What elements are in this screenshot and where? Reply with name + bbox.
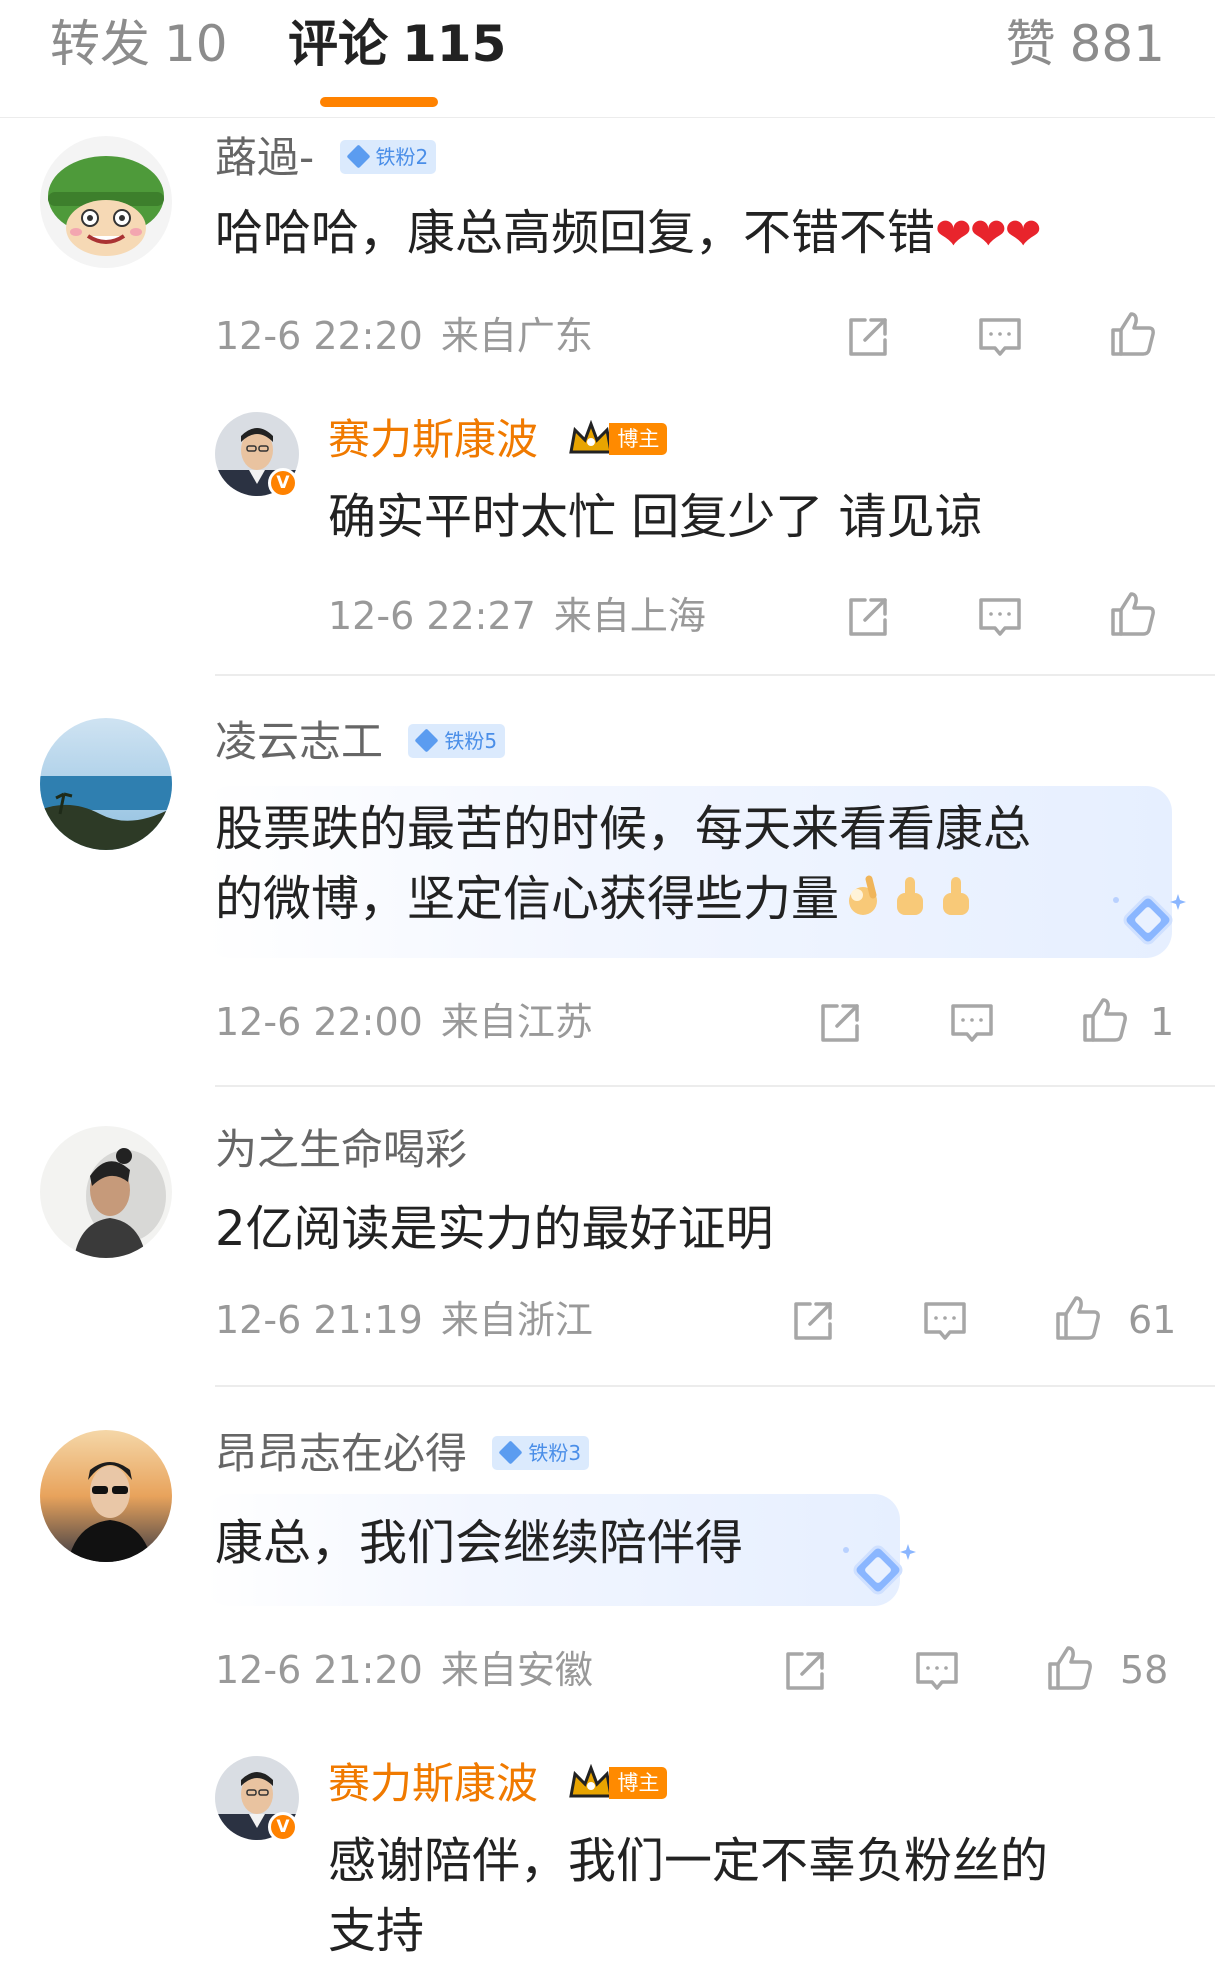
username-text: 昂昂志在必得 (215, 1429, 468, 1478)
thumbs-up-emoji-icon (897, 877, 924, 915)
username-text: 为之生命喝彩 (215, 1125, 468, 1174)
owner-badge-label: 博主 (609, 422, 668, 455)
like-count: 61 (1128, 1298, 1177, 1342)
thumbs-up-emoji-icon (943, 877, 970, 915)
tab-repost-label: 转发 (50, 15, 150, 73)
comment-meta: 12-6 21:19 来自浙江 (215, 1296, 593, 1344)
comment-username[interactable]: 蕗過- 铁粉2 (215, 132, 437, 184)
comment-username[interactable]: 凌云志工 铁粉5 (215, 716, 506, 768)
avatar[interactable] (40, 718, 172, 850)
fan-badge[interactable]: 铁粉2 (339, 139, 437, 174)
thumbs-up-icon[interactable] (1079, 994, 1129, 1044)
avatar[interactable] (40, 1126, 172, 1258)
tab-comment[interactable]: 评论 115 (288, 12, 506, 76)
username-text: 赛力斯康波 (328, 415, 539, 464)
share-icon[interactable] (788, 1296, 838, 1346)
owner-badge-label: 博主 (609, 1766, 668, 1799)
comment-icon[interactable] (947, 998, 997, 1048)
reply-username[interactable]: 赛力斯康波 博主 (328, 414, 668, 466)
comment-text: 股票跌的最苦的时候，每天来看看康总 的微博，坚定信心获得些力量 (215, 794, 1031, 934)
thumbs-up-icon[interactable] (1107, 308, 1157, 358)
divider (215, 1085, 1215, 1087)
heart-emoji-icons: ❤❤❤ (935, 209, 1042, 260)
reply-text-line: 支持 (328, 1903, 425, 1959)
tab-like[interactable]: 赞 881 (1006, 12, 1165, 76)
username-text: 蕗過- (215, 133, 315, 182)
ok-hand-emoji-icon (849, 875, 878, 915)
comment-text: 康总，我们会继续陪伴得 (215, 1515, 744, 1571)
comment-text-content: 哈哈哈，康总高频回复，不错不错 (215, 205, 936, 261)
comment-location: 来自广东 (440, 314, 593, 358)
share-icon[interactable] (815, 998, 865, 1048)
thumbs-up-icon[interactable] (1107, 588, 1157, 638)
share-icon[interactable] (843, 312, 893, 362)
comment-meta: 12-6 22:20 来自广东 (215, 312, 593, 360)
tab-like-label: 赞 (1005, 15, 1056, 73)
tab-like-count: 881 (1069, 15, 1165, 73)
crown-icon (569, 419, 614, 453)
reply-text: 感谢陪伴，我们一定不辜负粉丝的 支持 (328, 1826, 1048, 1966)
like-count: 58 (1120, 1648, 1169, 1692)
comment-time: 12-6 22:20 (215, 314, 423, 358)
avatar[interactable] (40, 136, 172, 268)
fan-badge[interactable]: 铁粉5 (408, 723, 506, 758)
fan-badge-label: 铁粉3 (528, 1440, 582, 1465)
fan-badge-label: 铁粉2 (375, 144, 429, 169)
comment-icon[interactable] (920, 1296, 970, 1346)
tab-comment-count: 115 (402, 15, 507, 73)
comment-username[interactable]: 为之生命喝彩 (215, 1124, 467, 1176)
diamond-icon (498, 1439, 523, 1465)
avatar[interactable] (40, 1430, 172, 1562)
thumbs-up-icon[interactable] (1044, 1642, 1094, 1692)
tab-repost[interactable]: 转发 10 (50, 12, 228, 76)
share-icon[interactable] (780, 1646, 830, 1696)
comment-icon[interactable] (975, 312, 1025, 362)
comment-location: 来自江苏 (440, 1000, 593, 1044)
comment-tabs: 转发 10 评论 115 赞 881 (0, 0, 1215, 118)
fan-badge[interactable]: 铁粉3 (492, 1435, 590, 1470)
comment-username[interactable]: 昂昂志在必得 铁粉3 (215, 1428, 590, 1480)
tab-repost-count: 10 (164, 15, 228, 73)
reply-text-line: 感谢陪伴，我们一定不辜负粉丝的 (328, 1833, 1049, 1889)
comment-text-line: 的微博，坚定信心获得些力量 (215, 864, 1031, 934)
comment-text: 2亿阅读是实力的最好证明 (215, 1201, 774, 1257)
comment-text-content: 的微博，坚定信心获得些力量 (215, 871, 840, 927)
reply-text: 确实平时太忙 回复少了 请见谅 (328, 489, 983, 545)
share-icon[interactable] (843, 592, 893, 642)
diamond-sparkle-icon (1113, 894, 1186, 945)
verified-v-icon: V (268, 1812, 298, 1842)
comment-meta: 12-6 22:00 来自江苏 (215, 998, 593, 1046)
reply-location: 来自上海 (553, 594, 706, 638)
comment-location: 来自安徽 (440, 1648, 593, 1692)
username-text: 凌云志工 (215, 717, 384, 766)
divider (215, 1385, 1215, 1387)
comment-text-line: 股票跌的最苦的时候，每天来看看康总 (215, 801, 1032, 857)
verified-v-icon: V (268, 468, 298, 498)
comment-location: 来自浙江 (440, 1298, 593, 1342)
reply-username[interactable]: 赛力斯康波 博主 (328, 1758, 668, 1810)
reply-meta: 12-6 22:27 来自上海 (328, 592, 706, 640)
owner-badge: 博主 (567, 1763, 668, 1802)
comment-text: 哈哈哈，康总高频回复，不错不错❤❤❤ (215, 198, 1042, 270)
crown-icon (569, 1763, 614, 1797)
thumbs-up-icon[interactable] (1052, 1292, 1102, 1342)
owner-badge: 博主 (567, 419, 668, 458)
username-text: 赛力斯康波 (328, 1759, 539, 1808)
comment-time: 12-6 21:20 (215, 1648, 423, 1692)
divider (215, 674, 1215, 676)
comment-icon[interactable] (912, 1646, 962, 1696)
comment-time: 12-6 21:19 (215, 1298, 423, 1342)
comment-meta: 12-6 21:20 来自安徽 (215, 1646, 593, 1694)
like-count: 1 (1150, 1000, 1175, 1044)
fan-badge-label: 铁粉5 (444, 728, 498, 753)
diamond-sparkle-icon (843, 1544, 916, 1595)
comment-icon[interactable] (975, 592, 1025, 642)
diamond-icon (345, 143, 371, 169)
comment-time: 12-6 22:00 (215, 1000, 423, 1044)
tab-comment-label: 评论 (288, 15, 388, 73)
diamond-icon (414, 727, 439, 753)
reply-time: 12-6 22:27 (328, 594, 536, 638)
active-tab-indicator (320, 97, 438, 107)
